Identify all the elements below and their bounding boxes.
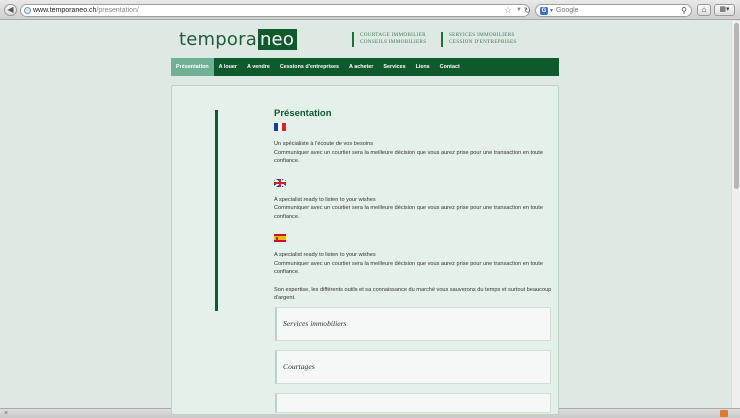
nav-item-liens[interactable]: Liens <box>411 58 435 76</box>
nav-item-presentation[interactable]: Présentation <box>171 58 214 76</box>
spanish-flag-icon[interactable] <box>274 234 286 242</box>
site-globe-icon <box>24 7 31 14</box>
card-title: Services immobiliers <box>283 319 347 328</box>
card-services-immobiliers[interactable]: Services immobiliers <box>275 307 551 341</box>
home-icon: ⌂ <box>701 5 707 14</box>
url-dropdown-icon[interactable]: ▼ <box>516 5 522 16</box>
back-arrow-icon: ◀ <box>7 5 14 14</box>
card-partial[interactable] <box>275 393 551 413</box>
url-text: www.temporaneo.ch/presentation/ <box>33 7 139 14</box>
back-button[interactable]: ◀ <box>4 4 17 16</box>
nav-item-contact[interactable]: Contact <box>435 58 465 76</box>
nav-item-cessions[interactable]: Cessions d'entreprises <box>275 58 344 76</box>
search-input[interactable]: Google <box>556 6 579 16</box>
nav-item-a-louer[interactable]: A louer <box>214 58 242 76</box>
search-engine-dropdown-icon[interactable]: ▼ <box>549 6 554 16</box>
extensions-button[interactable]: ▦▾ <box>714 4 735 16</box>
nav-item-services[interactable]: Services <box>378 58 410 76</box>
english-flag-icon[interactable] <box>274 178 286 187</box>
addon-icon[interactable] <box>720 410 728 417</box>
page-title: Présentation <box>274 108 332 119</box>
closing-paragraph: Son expertise, les différents outils et … <box>274 286 552 302</box>
es-body: Communiquer avec un courtier sera la mei… <box>274 260 543 276</box>
home-button[interactable]: ⌂ <box>697 4 711 16</box>
en-heading: A specialist ready to listen to your wis… <box>274 196 376 203</box>
site-logo[interactable]: tempora neo <box>179 29 298 50</box>
magnifier-icon[interactable]: ⚲ <box>681 6 687 16</box>
card-title: Courtages <box>283 362 315 371</box>
close-icon[interactable]: × <box>4 409 8 418</box>
reload-icon[interactable]: ↻ <box>524 5 531 16</box>
scrollbar-thumb[interactable] <box>734 23 739 189</box>
en-body: Communiquer avec un courtier sera la mei… <box>274 205 543 220</box>
vertical-scrollbar[interactable] <box>731 21 740 408</box>
fr-heading: Un spécialiste à l'écoute de vos besoins <box>274 141 374 147</box>
fr-body: Communiquer avec un courtier sera la mei… <box>274 149 543 165</box>
nav-item-a-acheter[interactable]: A acheter <box>344 58 378 76</box>
french-flag-icon[interactable] <box>274 123 286 131</box>
browser-toolbar: ◀ www.temporaneo.ch/presentation/ ☆ ▼ ↻ … <box>0 0 740 20</box>
presentation-content: Présentation Un spécialiste à l'écoute d… <box>274 108 552 303</box>
search-engine-icon[interactable]: G <box>540 7 548 15</box>
nav-item-a-vendre[interactable]: A vendre <box>242 58 275 76</box>
tagline-courtage: COURTAGE IMMOBILIER CONSEILS IMMOBILIERS <box>352 32 426 47</box>
address-bar[interactable]: www.temporaneo.ch/presentation/ ☆ ▼ ↻ <box>20 4 531 17</box>
tagline-services: SERVICES IMMOBILIERS CESSION D'ENTREPRIS… <box>441 32 517 47</box>
es-heading: A specialist ready to listen to your wis… <box>274 252 376 258</box>
decorative-rule <box>215 110 218 311</box>
extensions-icon: ▦▾ <box>719 6 730 13</box>
card-courtages[interactable]: Courtages <box>275 350 551 384</box>
star-icon[interactable]: ☆ <box>504 5 512 16</box>
search-bar[interactable]: G ▼ Google ⚲ <box>535 4 692 17</box>
main-nav: Présentation A louer A vendre Cessions d… <box>171 58 559 76</box>
